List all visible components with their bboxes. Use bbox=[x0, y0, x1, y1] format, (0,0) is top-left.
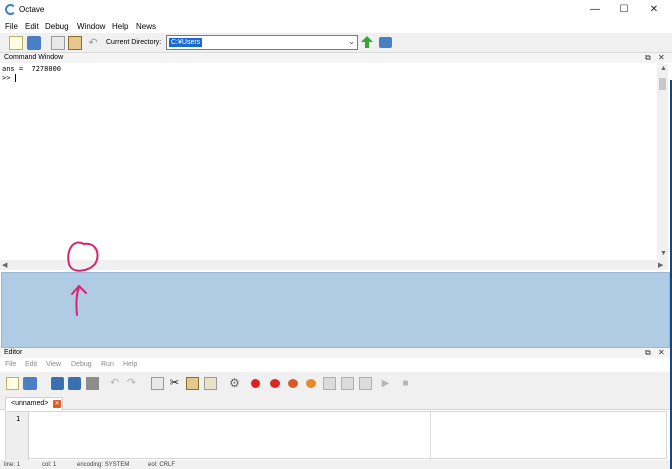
minimize-button[interactable]: — bbox=[581, 2, 609, 18]
scrollbar-thumb[interactable] bbox=[659, 78, 666, 90]
status-bar: line: 1 col: 1 encoding: SYSTEM eol: CRL… bbox=[0, 460, 672, 469]
redo-icon[interactable]: ↷ bbox=[125, 377, 138, 390]
menu-edit[interactable]: Edit bbox=[25, 22, 39, 31]
prompt-text: >> bbox=[2, 74, 15, 82]
settings-gear-icon[interactable]: ⚙ bbox=[228, 377, 241, 390]
maximize-button[interactable]: ☐ bbox=[610, 2, 638, 18]
step-in-icon[interactable] bbox=[341, 377, 354, 390]
title-bar: Octave — ☐ ✕ bbox=[0, 0, 672, 20]
text-cursor bbox=[14, 74, 16, 82]
editor-title: Editor bbox=[4, 349, 23, 356]
stop-icon[interactable]: ■ bbox=[399, 377, 412, 390]
undock-icon[interactable]: ⧉ bbox=[645, 53, 651, 63]
editor-text-area[interactable]: 1 bbox=[5, 411, 667, 460]
current-directory-combobox[interactable]: C:¥Users ⌄ bbox=[166, 35, 358, 50]
step-icon[interactable] bbox=[323, 377, 336, 390]
save-icon[interactable] bbox=[51, 377, 64, 390]
open-file-icon[interactable] bbox=[23, 377, 37, 390]
editor-menu-help[interactable]: Help bbox=[123, 361, 137, 368]
long-line-marker bbox=[430, 412, 431, 460]
current-directory-value[interactable]: C:¥Users bbox=[169, 38, 203, 47]
command-window[interactable]: ans = 7278000 >> bbox=[0, 64, 657, 260]
save-as-icon[interactable] bbox=[68, 377, 81, 390]
current-directory-label: Current Directory: bbox=[106, 39, 162, 46]
status-line: line: 1 bbox=[4, 462, 21, 468]
horizontal-scrollbar[interactable]: ◀ ▶ bbox=[0, 260, 668, 270]
editor-tab-bar: <unnamed> ✕ bbox=[0, 396, 672, 410]
close-icon[interactable]: ✕ bbox=[658, 53, 665, 62]
paste-icon[interactable] bbox=[68, 36, 82, 50]
vertical-scrollbar[interactable]: ▲ ▼ bbox=[657, 64, 668, 260]
copy-icon[interactable] bbox=[151, 377, 164, 390]
menu-debug[interactable]: Debug bbox=[45, 22, 69, 31]
undock-icon[interactable]: ⧉ bbox=[645, 348, 651, 358]
status-eol: eol: CRLF bbox=[148, 462, 176, 468]
menu-file[interactable]: File bbox=[5, 22, 18, 31]
scroll-left-icon[interactable]: ◀ bbox=[2, 261, 7, 269]
tab-unnamed[interactable]: <unnamed> ✕ bbox=[5, 397, 63, 410]
cut-icon[interactable]: ✂ bbox=[168, 377, 181, 390]
editor-menu-edit[interactable]: Edit bbox=[25, 361, 37, 368]
close-icon[interactable]: ✕ bbox=[658, 348, 665, 357]
undo-icon[interactable]: ↶ bbox=[86, 36, 100, 50]
previous-breakpoint-icon[interactable] bbox=[288, 379, 298, 388]
editor-menu-bar: File Edit View Debug Run Help bbox=[0, 359, 672, 371]
undo-icon[interactable]: ↶ bbox=[108, 377, 121, 390]
status-column: col: 1 bbox=[42, 462, 57, 468]
remove-breakpoints-icon[interactable] bbox=[306, 379, 316, 388]
scroll-down-icon[interactable]: ▼ bbox=[660, 250, 667, 257]
editor-toolbar: ↶ ↷ ✂ ⚙ ▶ ■ bbox=[0, 372, 672, 396]
editor-header: Editor ⧉ ✕ bbox=[0, 348, 672, 358]
octave-logo-icon bbox=[5, 4, 16, 15]
arrow-up-icon[interactable] bbox=[361, 36, 373, 48]
command-window-header: Command Window ⧉ ✕ bbox=[0, 53, 672, 63]
close-button[interactable]: ✕ bbox=[640, 2, 668, 18]
status-encoding: encoding: SYSTEM bbox=[77, 462, 130, 468]
command-window-title: Command Window bbox=[4, 54, 64, 61]
copy-icon[interactable] bbox=[51, 36, 65, 50]
dock-drop-area bbox=[1, 272, 670, 348]
output-line: ans = 7278000 bbox=[2, 65, 62, 73]
step-out-icon[interactable] bbox=[359, 377, 372, 390]
menu-help[interactable]: Help bbox=[112, 22, 128, 31]
next-breakpoint-icon[interactable] bbox=[270, 379, 280, 388]
menu-bar: File Edit Debug Window Help News bbox=[0, 20, 672, 33]
editor-menu-run[interactable]: Run bbox=[101, 361, 114, 368]
line-number-gutter: 1 bbox=[6, 412, 29, 460]
editor-menu-debug[interactable]: Debug bbox=[71, 361, 92, 368]
folder-icon[interactable] bbox=[379, 37, 392, 48]
continue-icon[interactable]: ▶ bbox=[379, 377, 392, 390]
line-number: 1 bbox=[16, 415, 21, 423]
editor-menu-view[interactable]: View bbox=[46, 361, 61, 368]
scroll-right-icon[interactable]: ▶ bbox=[658, 261, 663, 269]
chevron-down-icon[interactable]: ⌄ bbox=[348, 37, 355, 46]
paste-icon[interactable] bbox=[186, 377, 199, 390]
window-title: Octave bbox=[19, 5, 45, 14]
new-script-icon[interactable] bbox=[9, 36, 23, 50]
print-icon[interactable] bbox=[86, 377, 99, 390]
scroll-up-icon[interactable]: ▲ bbox=[660, 65, 667, 72]
prompt-line[interactable]: >> bbox=[2, 74, 16, 82]
new-file-icon[interactable] bbox=[6, 377, 19, 390]
find-replace-icon[interactable] bbox=[204, 377, 217, 390]
menu-news[interactable]: News bbox=[136, 22, 156, 31]
editor-menu-file[interactable]: File bbox=[5, 361, 16, 368]
open-file-icon[interactable] bbox=[27, 36, 41, 50]
menu-window[interactable]: Window bbox=[77, 22, 105, 31]
close-tab-icon[interactable]: ✕ bbox=[53, 400, 61, 408]
toggle-breakpoint-icon[interactable] bbox=[251, 379, 260, 388]
tab-label: <unnamed> bbox=[11, 400, 49, 407]
